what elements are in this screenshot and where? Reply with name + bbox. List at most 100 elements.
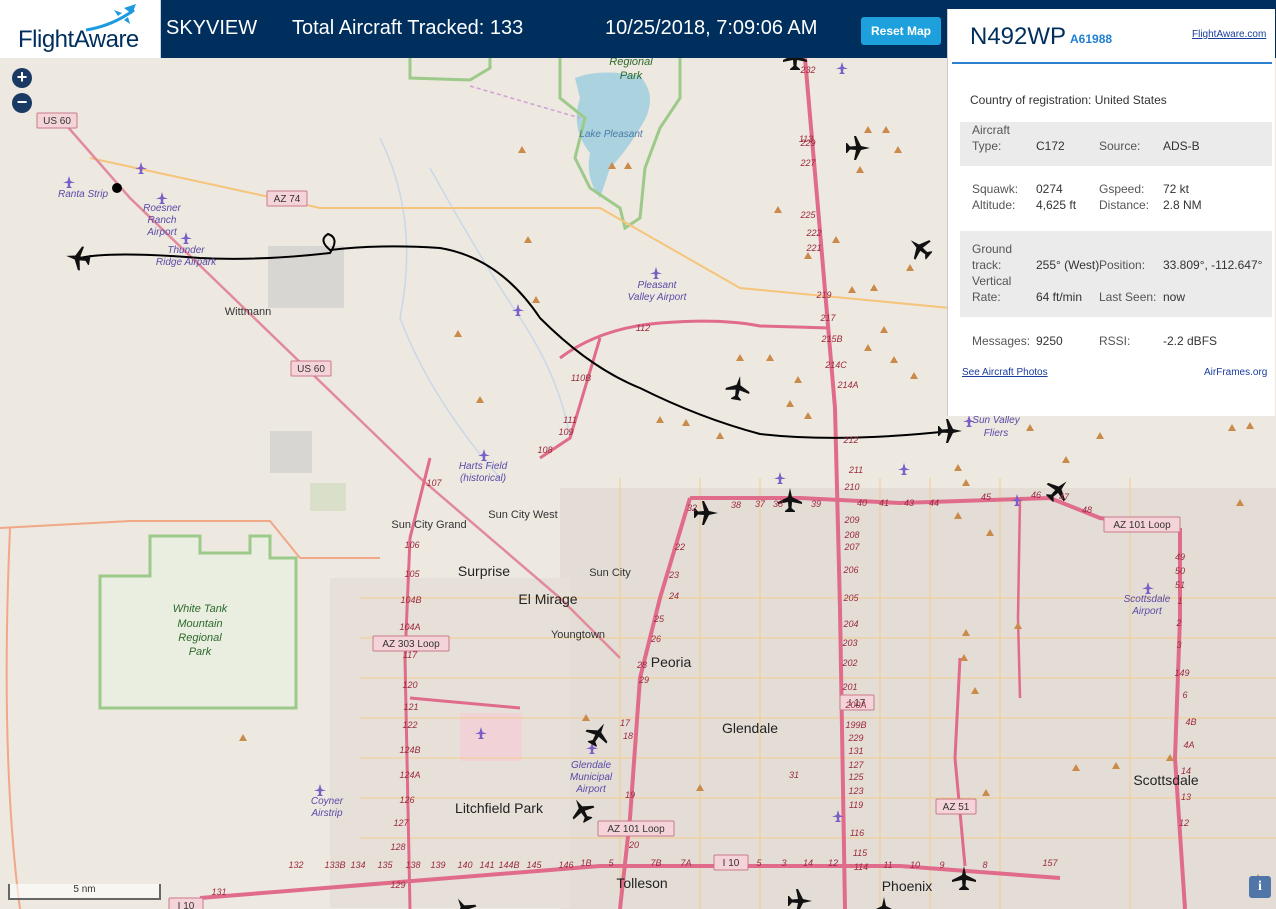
place-label-park: Park <box>620 70 643 82</box>
exit-number: 3 <box>1176 640 1181 650</box>
exit-number: 31 <box>789 770 799 780</box>
exit-number: 104B <box>400 595 421 605</box>
exit-number: 37 <box>755 499 766 509</box>
exit-number: 29 <box>638 675 649 685</box>
aircraft-photos-link[interactable]: See Aircraft Photos <box>962 367 1048 378</box>
place-label-airport: Ranch <box>148 215 177 226</box>
exit-number: 138 <box>405 860 420 870</box>
peak-marker <box>856 166 864 173</box>
track-origin-marker <box>112 183 122 193</box>
peak-marker <box>870 284 878 291</box>
place-label-city: Peoria <box>651 654 692 670</box>
peak-marker <box>1246 422 1254 429</box>
place-label-park: Mountain <box>177 618 222 630</box>
gspeed-label: Gspeed: <box>1099 182 1145 196</box>
zoom-out-button[interactable]: − <box>12 93 32 113</box>
aircraft-type-value: C172 <box>1036 139 1065 153</box>
exit-number: 10 <box>910 860 920 870</box>
exit-number: 104A <box>399 622 420 632</box>
place-label-town: Sun City <box>589 567 631 579</box>
peak-marker <box>864 344 872 351</box>
place-label-airport: Glendale <box>571 760 611 771</box>
exit-number: 125 <box>848 772 864 782</box>
exit-number: 145 <box>526 860 542 870</box>
exit-number: 2 <box>1175 618 1181 628</box>
place-label-airport: Valley Airport <box>628 292 688 303</box>
place-label-airport: Ranta Strip <box>58 189 108 200</box>
peak-marker <box>848 286 856 293</box>
exit-number: 140 <box>457 860 472 870</box>
exit-number: 120 <box>402 680 417 690</box>
exit-number: 47 <box>1059 492 1070 502</box>
peak-marker <box>954 464 962 471</box>
peak-marker <box>716 432 724 439</box>
exit-number: 141 <box>479 860 494 870</box>
flightaware-logo[interactable]: FlightAware <box>0 0 161 58</box>
exit-number: 40 <box>857 498 867 508</box>
zoom-in-button[interactable]: + <box>12 68 32 88</box>
peak-marker <box>906 264 914 271</box>
place-label-city: Litchfield Park <box>455 800 544 816</box>
reset-map-button[interactable]: Reset Map <box>861 17 941 45</box>
aircraft-icon[interactable] <box>938 419 962 443</box>
place-label-airport: Thunder <box>167 245 205 256</box>
place-label-park: Regional <box>609 58 653 68</box>
aircraft-type-label: Aircraft Type: <box>972 122 1010 154</box>
aircraft-icon[interactable] <box>903 231 937 265</box>
exit-number: 128 <box>390 842 405 852</box>
airport-icon <box>314 784 326 796</box>
place-label-park: Regional <box>178 632 222 644</box>
peak-marker <box>794 376 802 383</box>
country-value: United States <box>1094 93 1167 107</box>
exit-number: 135 <box>377 860 393 870</box>
exit-number: 38 <box>731 500 741 510</box>
exit-number: 39 <box>811 499 821 509</box>
exit-number: 121 <box>403 702 418 712</box>
aircraft-hex-code: A61988 <box>1070 32 1113 46</box>
exit-number: 25 <box>653 614 665 624</box>
place-label-city: Surprise <box>458 563 510 579</box>
place-label-shield: AZ 51 <box>943 802 970 813</box>
exit-number: 157 <box>1042 858 1058 868</box>
peak-marker <box>624 162 632 169</box>
logo-text: FlightAware <box>18 26 139 53</box>
exit-number: 134 <box>350 860 365 870</box>
exit-number: 9 <box>939 860 944 870</box>
exit-number: 13 <box>1181 792 1191 802</box>
exit-number: 209 <box>843 515 859 525</box>
place-label-airport: Airstrip <box>310 808 343 819</box>
exit-number: 139 <box>430 860 445 870</box>
place-label-airport: Airport <box>146 227 178 238</box>
place-label-shield: I 10 <box>723 858 740 869</box>
exit-number: 127 <box>848 760 864 770</box>
flightaware-link[interactable]: FlightAware.com <box>1192 29 1266 40</box>
info-button[interactable]: i <box>1249 876 1271 898</box>
peak-marker <box>524 236 532 243</box>
exit-number: 4A <box>1183 740 1194 750</box>
squawk-value: 0274 <box>1036 182 1063 196</box>
airframes-link[interactable]: AirFrames.org <box>1204 367 1267 378</box>
aircraft-icon[interactable] <box>724 374 752 402</box>
exit-number: 144B <box>498 860 519 870</box>
exit-number: 119 <box>849 800 863 810</box>
exit-number: 28 <box>636 660 647 670</box>
position-label: Position: <box>1099 258 1146 272</box>
exit-number: 117 <box>403 650 418 660</box>
place-label-town: Wittmann <box>225 306 271 318</box>
aircraft-icon[interactable] <box>846 136 870 160</box>
exit-number: 19 <box>625 790 635 800</box>
peak-marker <box>476 396 484 403</box>
aircraft-icon[interactable] <box>64 244 92 272</box>
peak-marker <box>786 400 794 407</box>
rssi-value: -2.2 dBFS <box>1163 334 1218 348</box>
place-label-water: Lake Pleasant <box>579 129 644 140</box>
exit-number: 46 <box>1031 490 1041 500</box>
exit-number: 51 <box>1175 580 1185 590</box>
exit-number: 24 <box>668 591 679 601</box>
exit-number: 44 <box>929 498 939 508</box>
place-label-shield: US 60 <box>43 116 71 127</box>
az-303-loop <box>539 337 602 460</box>
peak-marker <box>1026 424 1034 431</box>
peak-marker <box>1096 432 1104 439</box>
exit-number: 1 <box>1177 596 1182 606</box>
